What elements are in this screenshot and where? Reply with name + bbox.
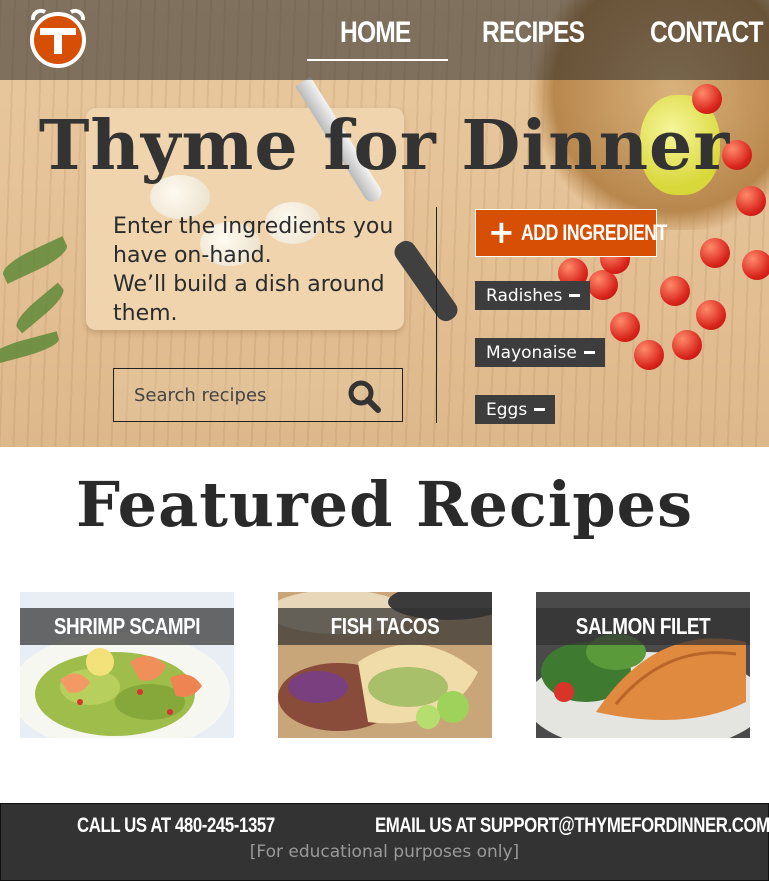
minus-icon[interactable] (534, 408, 546, 411)
rosemary-image (0, 236, 71, 284)
search-icon[interactable] (346, 379, 384, 413)
caption-bar: SALMON FILET (536, 608, 750, 645)
navbar: HOME RECIPES CONTACT (0, 0, 769, 80)
tomato-image (700, 238, 730, 268)
tomato-image (610, 312, 640, 342)
minus-icon[interactable] (583, 351, 595, 354)
tomato-image (672, 330, 702, 360)
tomato-image (742, 250, 769, 280)
vertical-divider (436, 207, 437, 423)
rosemary-image (11, 282, 69, 334)
clock-t-logo[interactable] (27, 6, 89, 68)
caption-bar: FISH TACOS (278, 608, 492, 645)
footer-disclaimer: [For educational purposes only] (249, 842, 520, 862)
add-ingredient-label: ADD INGREDIENT (521, 220, 667, 245)
ingredient-label: Eggs (486, 399, 528, 420)
tomato-image (634, 340, 664, 370)
site-title: Thyme for Dinner (38, 106, 731, 186)
recipe-title: FISH TACOS (330, 613, 440, 639)
nav-recipes[interactable]: RECIPES (482, 16, 585, 50)
recipe-card-fish-tacos[interactable]: FISH TACOS (278, 592, 492, 738)
intro-line-1: Enter the ingredients you have on-hand. (113, 214, 394, 268)
footer-email[interactable]: EMAIL US AT SUPPORT@THYMEFORDINNER.COM (375, 814, 769, 838)
ingredient-label: Radishes (486, 285, 563, 306)
search-input[interactable] (114, 369, 344, 421)
tomato-image (736, 186, 766, 216)
rosemary-image (0, 331, 61, 365)
tomato-image (660, 276, 690, 306)
featured-title: Featured Recipes (76, 468, 693, 541)
recipe-title: SALMON FILET (575, 613, 711, 639)
search-box (113, 368, 403, 422)
plus-icon: + (488, 213, 515, 251)
active-nav-underline (307, 59, 448, 61)
ingredient-chip-mayonaise[interactable]: Mayonaise (475, 338, 605, 367)
recipe-card-salmon-filet[interactable]: SALMON FILET (536, 592, 750, 738)
footer-phone[interactable]: CALL US AT 480-245-1357 (77, 814, 275, 838)
ingredient-label: Mayonaise (486, 342, 577, 363)
nav-contact[interactable]: CONTACT (650, 16, 764, 50)
caption-bar: SHRIMP SCAMPI (20, 608, 234, 645)
tomato-image (696, 300, 726, 330)
nav-home[interactable]: HOME (340, 16, 411, 50)
add-ingredient-button[interactable]: + ADD INGREDIENT (475, 209, 667, 257)
ingredient-chip-radishes[interactable]: Radishes (475, 281, 591, 310)
intro-line-2: We’ll build a dish around them. (113, 272, 385, 326)
minus-icon[interactable] (569, 294, 581, 297)
intro-text: Enter the ingredients you have on-hand. … (113, 212, 413, 328)
tomato-image (588, 270, 618, 300)
recipe-title: SHRIMP SCAMPI (53, 613, 201, 639)
recipe-card-shrimp-scampi[interactable]: SHRIMP SCAMPI (20, 592, 234, 738)
ingredient-chip-eggs[interactable]: Eggs (475, 395, 556, 424)
